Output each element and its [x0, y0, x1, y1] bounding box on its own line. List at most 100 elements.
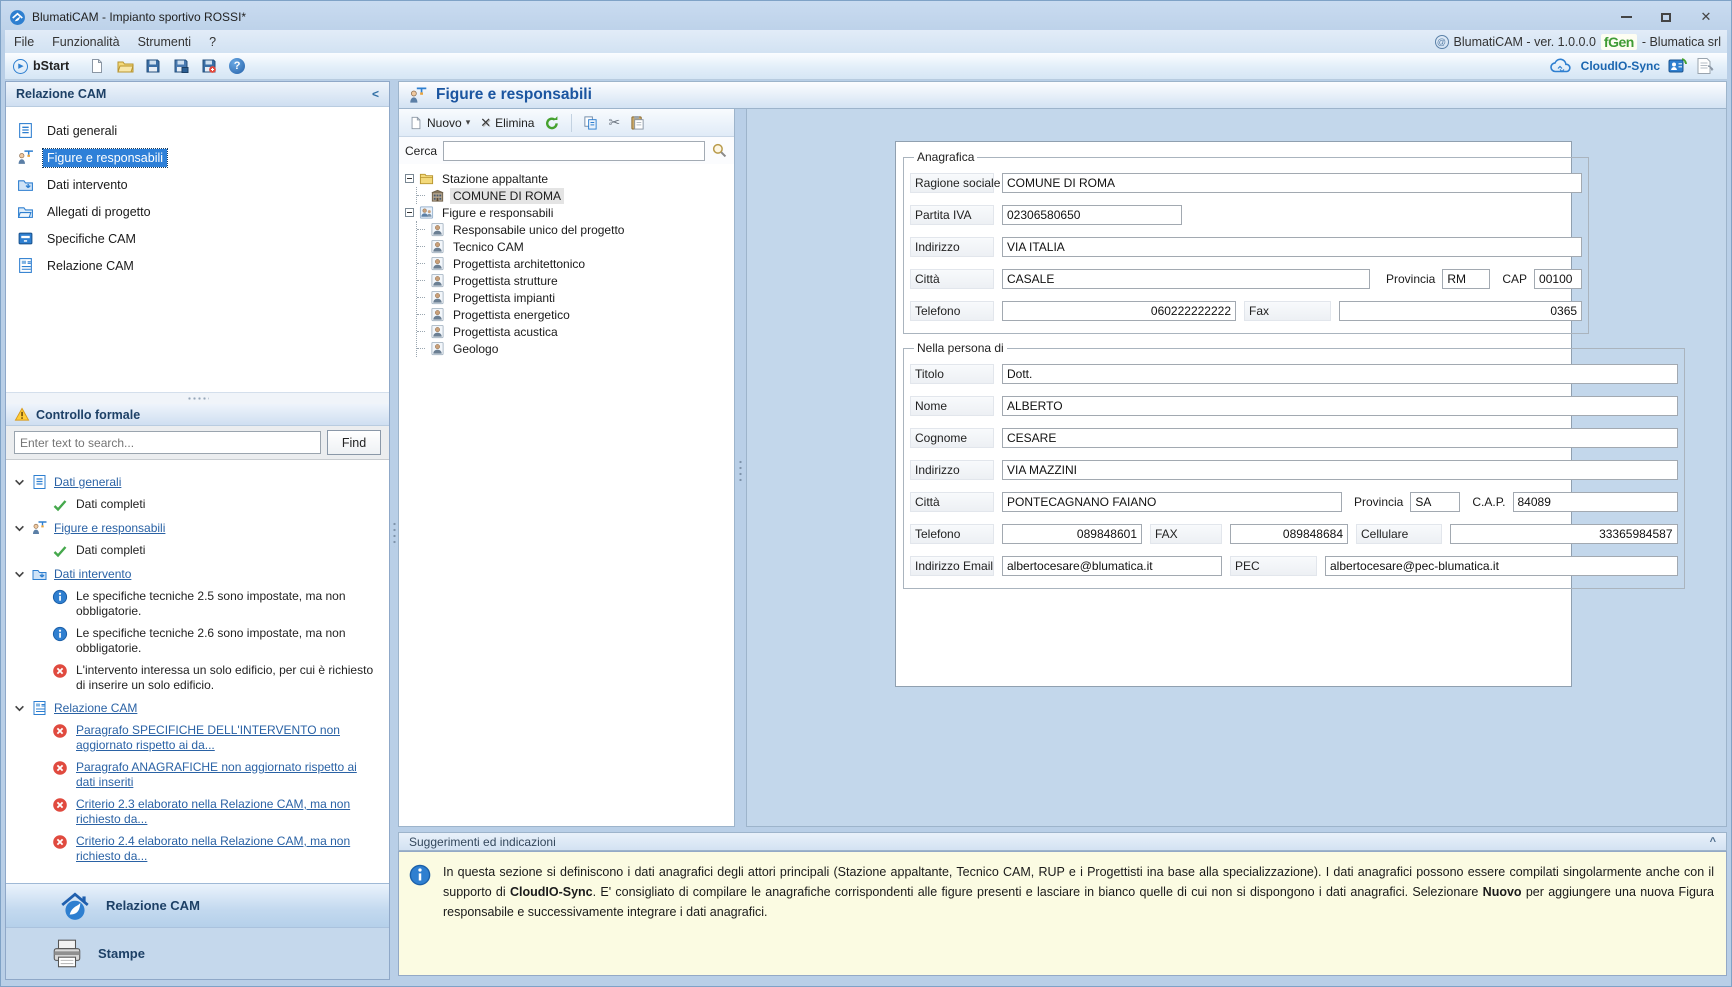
partita-iva-input[interactable]: [1002, 205, 1182, 225]
tree-item-comune-di-roma[interactable]: COMUNE DI ROMA: [417, 187, 732, 204]
refresh-button[interactable]: [541, 113, 563, 133]
cloud-sync-icon[interactable]: [1549, 58, 1573, 74]
controllo-group-figure[interactable]: Figure e responsabili: [14, 520, 385, 536]
tree-collapse-icon[interactable]: [405, 208, 414, 217]
sidebar-item-specifiche[interactable]: Specifiche CAM: [6, 225, 389, 252]
sidebar-splitter[interactable]: [6, 392, 389, 404]
controllo-item[interactable]: Paragrafo ANAGRAFICHE non aggiornato ris…: [52, 760, 385, 790]
chevron-down-icon[interactable]: [14, 523, 25, 534]
controllo-item-link[interactable]: Paragrafo ANAGRAFICHE non aggiornato ris…: [76, 760, 376, 790]
contact-sync-icon[interactable]: [1668, 57, 1688, 75]
tree-item-label[interactable]: Progettista impianti: [450, 290, 558, 306]
tree-item-prog-impianti[interactable]: Progettista impianti: [417, 289, 732, 306]
email-input[interactable]: [1002, 556, 1222, 576]
sidebar-item-dati-intervento[interactable]: Dati intervento: [6, 171, 389, 198]
tree-item-rup[interactable]: Responsabile unico del progetto: [417, 221, 732, 238]
bottom-button-relazione-cam[interactable]: Relazione CAM: [6, 884, 389, 928]
chevron-down-icon[interactable]: [14, 477, 25, 488]
tree-item-label[interactable]: Progettista energetico: [450, 307, 573, 323]
collapse-up-icon[interactable]: ^: [1710, 836, 1716, 848]
chevron-down-icon[interactable]: [14, 703, 25, 714]
save-button[interactable]: [143, 57, 163, 75]
menu-strumenti[interactable]: Strumenti: [129, 30, 201, 53]
bstart-button[interactable]: ▶ bStart: [13, 59, 69, 74]
cap-persona-input[interactable]: [1513, 492, 1678, 512]
sidebar-collapse-icon[interactable]: <: [372, 87, 379, 101]
fax-persona-input[interactable]: [1230, 524, 1348, 544]
help-button[interactable]: ?: [227, 57, 247, 75]
controllo-item-link[interactable]: Criterio 2.4 elaborato nella Relazione C…: [76, 834, 376, 864]
sidebar-item-allegati[interactable]: Allegati di progetto: [6, 198, 389, 225]
tree-group-label[interactable]: Figure e responsabili: [439, 205, 556, 221]
controllo-item[interactable]: Criterio 2.3 elaborato nella Relazione C…: [52, 797, 385, 827]
controllo-group-link[interactable]: Figure e responsabili: [54, 521, 165, 535]
tree-group-stazione[interactable]: Stazione appaltante: [405, 170, 732, 187]
close-button[interactable]: ✕: [1693, 8, 1719, 26]
nome-input[interactable]: [1002, 396, 1678, 416]
indirizzo-persona-input[interactable]: [1002, 460, 1678, 480]
main-splitter[interactable]: [390, 81, 398, 980]
new-file-button[interactable]: [87, 57, 107, 75]
search-input[interactable]: [14, 431, 321, 454]
titolo-input[interactable]: [1002, 364, 1678, 384]
controllo-group-dati-generali[interactable]: Dati generali: [14, 474, 385, 490]
controllo-item[interactable]: Paragrafo SPECIFICHE DELL'INTERVENTO non…: [52, 723, 385, 753]
controllo-group-link[interactable]: Dati intervento: [54, 567, 131, 581]
bottom-button-stampe[interactable]: Stampe: [6, 928, 389, 979]
nuovo-button[interactable]: Nuovo ▾: [406, 114, 473, 132]
search-icon[interactable]: [711, 142, 728, 159]
indirizzo-input[interactable]: [1002, 237, 1582, 257]
controllo-item[interactable]: Criterio 2.4 elaborato nella Relazione C…: [52, 834, 385, 864]
citta-input[interactable]: [1002, 269, 1370, 289]
tree-item-geologo[interactable]: Geologo: [417, 340, 732, 357]
tree-item-label[interactable]: Tecnico CAM: [450, 239, 527, 255]
save-special-button[interactable]: [199, 57, 219, 75]
cerca-input[interactable]: [443, 141, 705, 161]
sidebar-item-figure-responsabili[interactable]: Figure e responsabili: [6, 144, 389, 171]
save-as-button[interactable]: [171, 57, 191, 75]
citta-persona-input[interactable]: [1002, 492, 1342, 512]
pec-input[interactable]: [1325, 556, 1678, 576]
tree-item-prog-architettonico[interactable]: Progettista architettonico: [417, 255, 732, 272]
copy-button[interactable]: [580, 113, 601, 132]
tree-collapse-icon[interactable]: [405, 174, 414, 183]
tree-group-figure[interactable]: Figure e responsabili: [405, 204, 732, 221]
provincia-input[interactable]: [1442, 269, 1490, 289]
cellulare-input[interactable]: [1450, 524, 1678, 544]
telefono-persona-input[interactable]: [1002, 524, 1142, 544]
controllo-item-link[interactable]: Paragrafo SPECIFICHE DELL'INTERVENTO non…: [76, 723, 376, 753]
tree-item-label[interactable]: Progettista strutture: [450, 273, 561, 289]
fax-input[interactable]: [1339, 301, 1582, 321]
cap-input[interactable]: [1534, 269, 1582, 289]
elimina-button[interactable]: ✕ Elimina: [477, 113, 537, 133]
tree-form-splitter[interactable]: [735, 109, 746, 827]
tree-group-label[interactable]: Stazione appaltante: [439, 171, 551, 187]
report-sync-icon[interactable]: [1696, 57, 1715, 75]
controllo-item-link[interactable]: Criterio 2.3 elaborato nella Relazione C…: [76, 797, 376, 827]
tree-item-label[interactable]: COMUNE DI ROMA: [450, 188, 564, 204]
ragione-sociale-input[interactable]: [1002, 173, 1582, 193]
find-button[interactable]: Find: [327, 430, 381, 455]
controllo-group-relazione-cam[interactable]: Relazione CAM: [14, 700, 385, 716]
provincia-persona-input[interactable]: [1410, 492, 1460, 512]
controllo-group-link[interactable]: Relazione CAM: [54, 701, 137, 715]
open-button[interactable]: [115, 57, 135, 75]
sidebar-item-relazione-cam[interactable]: Relazione CAM: [6, 252, 389, 279]
menu-help[interactable]: ?: [200, 30, 225, 53]
tree-item-prog-strutture[interactable]: Progettista strutture: [417, 272, 732, 289]
telefono-input[interactable]: [1002, 301, 1236, 321]
maximize-button[interactable]: [1653, 8, 1679, 26]
tree-item-prog-energetico[interactable]: Progettista energetico: [417, 306, 732, 323]
menu-file[interactable]: File: [5, 30, 43, 53]
paste-button[interactable]: [627, 113, 648, 132]
controllo-group-link[interactable]: Dati generali: [54, 475, 121, 489]
minimize-button[interactable]: [1613, 8, 1639, 26]
chevron-down-icon[interactable]: [14, 569, 25, 580]
tree-item-prog-acustica[interactable]: Progettista acustica: [417, 323, 732, 340]
menu-funzionalita[interactable]: Funzionalità: [43, 30, 128, 53]
cognome-input[interactable]: [1002, 428, 1678, 448]
tree-item-label[interactable]: Progettista architettonico: [450, 256, 588, 272]
tree-item-label[interactable]: Geologo: [450, 341, 501, 357]
controllo-group-dati-intervento[interactable]: Dati intervento: [14, 566, 385, 582]
sidebar-item-dati-generali[interactable]: Dati generali: [6, 117, 389, 144]
